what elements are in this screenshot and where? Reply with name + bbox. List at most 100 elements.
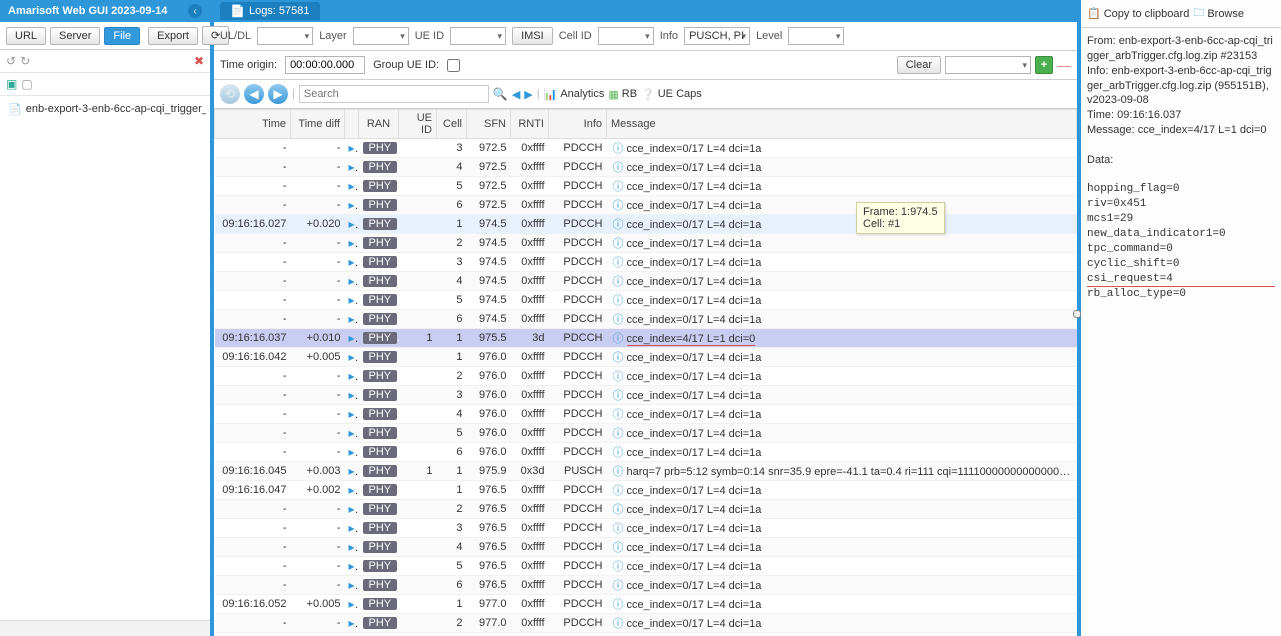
table-row[interactable]: --▸PHY5974.50xffffPDCCHⓘcce_index=0/17 L… bbox=[215, 291, 1077, 310]
table-row[interactable]: 09:16:16.047+0.002▸PHY1976.50xffffPDCCHⓘ… bbox=[215, 481, 1077, 500]
table-row[interactable]: --▸PHY2976.00xffffPDCCHⓘcce_index=0/17 L… bbox=[215, 367, 1077, 386]
table-row[interactable]: --▸PHY2974.50xffffPDCCHⓘcce_index=0/17 L… bbox=[215, 234, 1077, 253]
detail-time: Time: 09:16:16.037 bbox=[1087, 108, 1275, 123]
ran-badge: PHY bbox=[363, 142, 397, 154]
direction-icon: ▸ bbox=[349, 426, 359, 440]
table-row[interactable]: 09:16:16.037+0.010▸PHY11975.53dPDCCHⓘcce… bbox=[215, 329, 1077, 348]
expand-all-icon[interactable]: ▢ bbox=[21, 77, 32, 91]
info-icon: ⓘ bbox=[613, 181, 624, 193]
file-tree[interactable]: 📄 enb-export-3-enb-6cc-ap-cqi_trigger_ar… bbox=[0, 96, 210, 620]
table-row[interactable]: --▸PHY3976.00xffffPDCCHⓘcce_index=0/17 L… bbox=[215, 386, 1077, 405]
layer-combo[interactable]: ▾ bbox=[353, 27, 409, 45]
info-icon: ⓘ bbox=[613, 238, 624, 250]
rb-button[interactable]: ▦RB bbox=[608, 88, 637, 101]
col-header[interactable]: SFN bbox=[467, 110, 511, 139]
data-line: cyclic_shift=0 bbox=[1087, 257, 1275, 272]
collapse-all-icon[interactable]: ▣ bbox=[6, 77, 17, 91]
imsi-button[interactable]: IMSI bbox=[512, 27, 553, 45]
col-header[interactable]: Time bbox=[215, 110, 291, 139]
level-combo[interactable]: ▾ bbox=[788, 27, 844, 45]
group-ueid-checkbox[interactable] bbox=[447, 59, 460, 72]
remove-filter-button[interactable]: — bbox=[1057, 57, 1071, 73]
table-row[interactable]: 09:16:16.042+0.005▸PHY1976.00xffffPDCCHⓘ… bbox=[215, 348, 1077, 367]
uldl-combo[interactable]: ▾ bbox=[257, 27, 313, 45]
message-text: cce_index=4/17 L=1 dci=0 bbox=[627, 333, 756, 346]
message-text: cce_index=0/17 L=4 dci=1a bbox=[627, 371, 762, 383]
tree-item-log[interactable]: 📄 enb-export-3-enb-6cc-ap-cqi_trigger_ar… bbox=[4, 100, 206, 118]
table-row[interactable]: --▸PHY4974.50xffffPDCCHⓘcce_index=0/17 L… bbox=[215, 272, 1077, 291]
analytics-button[interactable]: 📊Analytics bbox=[544, 88, 605, 101]
col-header[interactable]: UE ID bbox=[399, 110, 437, 139]
ueid-combo[interactable]: ▾ bbox=[450, 27, 506, 45]
table-row[interactable]: --▸PHY3974.50xffffPDCCHⓘcce_index=0/17 L… bbox=[215, 253, 1077, 272]
cellid-label: Cell ID bbox=[559, 30, 592, 42]
table-row[interactable]: --▸PHY3972.50xffffPDCCHⓘcce_index=0/17 L… bbox=[215, 139, 1077, 158]
search-input[interactable] bbox=[299, 85, 489, 103]
grid-icon: ▦ bbox=[608, 88, 618, 101]
col-header[interactable]: RAN bbox=[359, 110, 399, 139]
message-text: cce_index=0/17 L=4 dci=1a bbox=[627, 599, 762, 611]
message-text: cce_index=0/17 L=4 dci=1a bbox=[627, 295, 762, 307]
forward-icon[interactable]: ↻ bbox=[20, 54, 30, 68]
collapse-sidebar-button[interactable]: ‹ bbox=[188, 4, 202, 18]
clear-button[interactable]: Clear bbox=[897, 56, 941, 74]
detail-data-label: Data: bbox=[1087, 153, 1275, 168]
add-filter-button[interactable]: + bbox=[1035, 56, 1053, 74]
document-icon: 📄 bbox=[230, 4, 245, 18]
caret-down-icon: ▾ bbox=[305, 31, 310, 42]
table-row[interactable]: --▸PHY6974.50xffffPDCCHⓘcce_index=0/17 L… bbox=[215, 310, 1077, 329]
left-horizontal-scrollbar[interactable] bbox=[0, 620, 210, 636]
search-next-icon[interactable]: ▶ bbox=[524, 88, 532, 101]
col-header[interactable]: Message bbox=[607, 110, 1077, 139]
table-row[interactable]: 09:16:16.052+0.005▸PHY1977.00xffffPDCCHⓘ… bbox=[215, 595, 1077, 614]
nav-first-button[interactable]: ⟲ bbox=[220, 84, 240, 104]
copy-clipboard-button[interactable]: 📋Copy to clipboard bbox=[1087, 4, 1189, 23]
table-row[interactable]: --▸PHY4976.50xffffPDCCHⓘcce_index=0/17 L… bbox=[215, 538, 1077, 557]
table-row[interactable]: --▸PHY5976.50xffffPDCCHⓘcce_index=0/17 L… bbox=[215, 557, 1077, 576]
delete-icon[interactable]: ✖ bbox=[194, 54, 204, 68]
table-row[interactable]: --▸PHY6976.50xffffPDCCHⓘcce_index=0/17 L… bbox=[215, 576, 1077, 595]
ran-badge: PHY bbox=[363, 503, 397, 515]
binoculars-icon[interactable]: 🔍 bbox=[493, 87, 508, 101]
table-row[interactable]: --▸PHY3976.50xffffPDCCHⓘcce_index=0/17 L… bbox=[215, 519, 1077, 538]
search-prev-icon[interactable]: ◀ bbox=[512, 88, 520, 101]
back-icon[interactable]: ↺ bbox=[6, 54, 16, 68]
col-header[interactable] bbox=[345, 110, 359, 139]
server-button[interactable]: Server bbox=[50, 27, 100, 45]
table-row[interactable]: 09:16:16.027+0.020▸PHY1974.50xffffPDCCHⓘ… bbox=[215, 215, 1077, 234]
col-header[interactable]: RNTI bbox=[511, 110, 549, 139]
info-combo[interactable]: PUSCH, PI▾ bbox=[684, 27, 750, 45]
col-header[interactable]: Cell bbox=[437, 110, 467, 139]
table-row[interactable]: --▸PHY2976.50xffffPDCCHⓘcce_index=0/17 L… bbox=[215, 500, 1077, 519]
vertical-scroll-thumb[interactable] bbox=[1073, 310, 1081, 318]
preset-combo[interactable]: ▾ bbox=[945, 56, 1031, 74]
log-toolbar: ⟲ ◀ ▶ | 🔍 ◀ ▶ | 📊Analytics ▦RB ❔UE Caps bbox=[214, 80, 1077, 109]
uecaps-button[interactable]: ❔UE Caps bbox=[641, 88, 702, 101]
table-row[interactable]: --▸PHY4972.50xffffPDCCHⓘcce_index=0/17 L… bbox=[215, 158, 1077, 177]
col-header[interactable]: Time diff bbox=[291, 110, 345, 139]
col-header[interactable]: Info bbox=[549, 110, 607, 139]
logs-tab[interactable]: 📄 Logs: 57581 bbox=[220, 2, 320, 20]
ran-badge: PHY bbox=[363, 465, 397, 477]
nav-back-button[interactable]: ◀ bbox=[244, 84, 264, 104]
table-row[interactable]: --▸PHY5972.50xffffPDCCHⓘcce_index=0/17 L… bbox=[215, 177, 1077, 196]
time-origin-input[interactable] bbox=[285, 56, 365, 74]
nav-forward-button[interactable]: ▶ bbox=[268, 84, 288, 104]
table-row[interactable]: 09:16:16.045+0.003▸PHY11975.90x3dPUSCHⓘh… bbox=[215, 462, 1077, 481]
export-button[interactable]: Export bbox=[148, 27, 198, 45]
ran-badge: PHY bbox=[363, 560, 397, 572]
detail-data-block: hopping_flag=0riv=0x451mcs1=29new_data_i… bbox=[1087, 182, 1275, 302]
table-row[interactable]: --▸PHY6972.50xffffPDCCHⓘcce_index=0/17 L… bbox=[215, 196, 1077, 215]
log-grid[interactable]: TimeTime diff RANUE IDCellSFNRNTIInfoMess… bbox=[214, 109, 1077, 636]
file-button[interactable]: File bbox=[104, 27, 140, 45]
center-panel: 📄 Logs: 57581 UL/DL ▾ Layer ▾ UE ID ▾ IM… bbox=[214, 0, 1081, 636]
url-button[interactable]: URL bbox=[6, 27, 46, 45]
cellid-combo[interactable]: ▾ bbox=[598, 27, 654, 45]
table-row[interactable]: --▸PHY3977.00xffffPDCCHⓘcce_index=0/17 L… bbox=[215, 633, 1077, 636]
table-row[interactable]: --▸PHY5976.00xffffPDCCHⓘcce_index=0/17 L… bbox=[215, 424, 1077, 443]
browse-button[interactable]: 🗀Browse bbox=[1193, 4, 1244, 23]
tooltip-line1: Frame: 1:974.5 bbox=[863, 206, 938, 218]
table-row[interactable]: --▸PHY4976.00xffffPDCCHⓘcce_index=0/17 L… bbox=[215, 405, 1077, 424]
table-row[interactable]: --▸PHY6976.00xffffPDCCHⓘcce_index=0/17 L… bbox=[215, 443, 1077, 462]
table-row[interactable]: --▸PHY2977.00xffffPDCCHⓘcce_index=0/17 L… bbox=[215, 614, 1077, 633]
